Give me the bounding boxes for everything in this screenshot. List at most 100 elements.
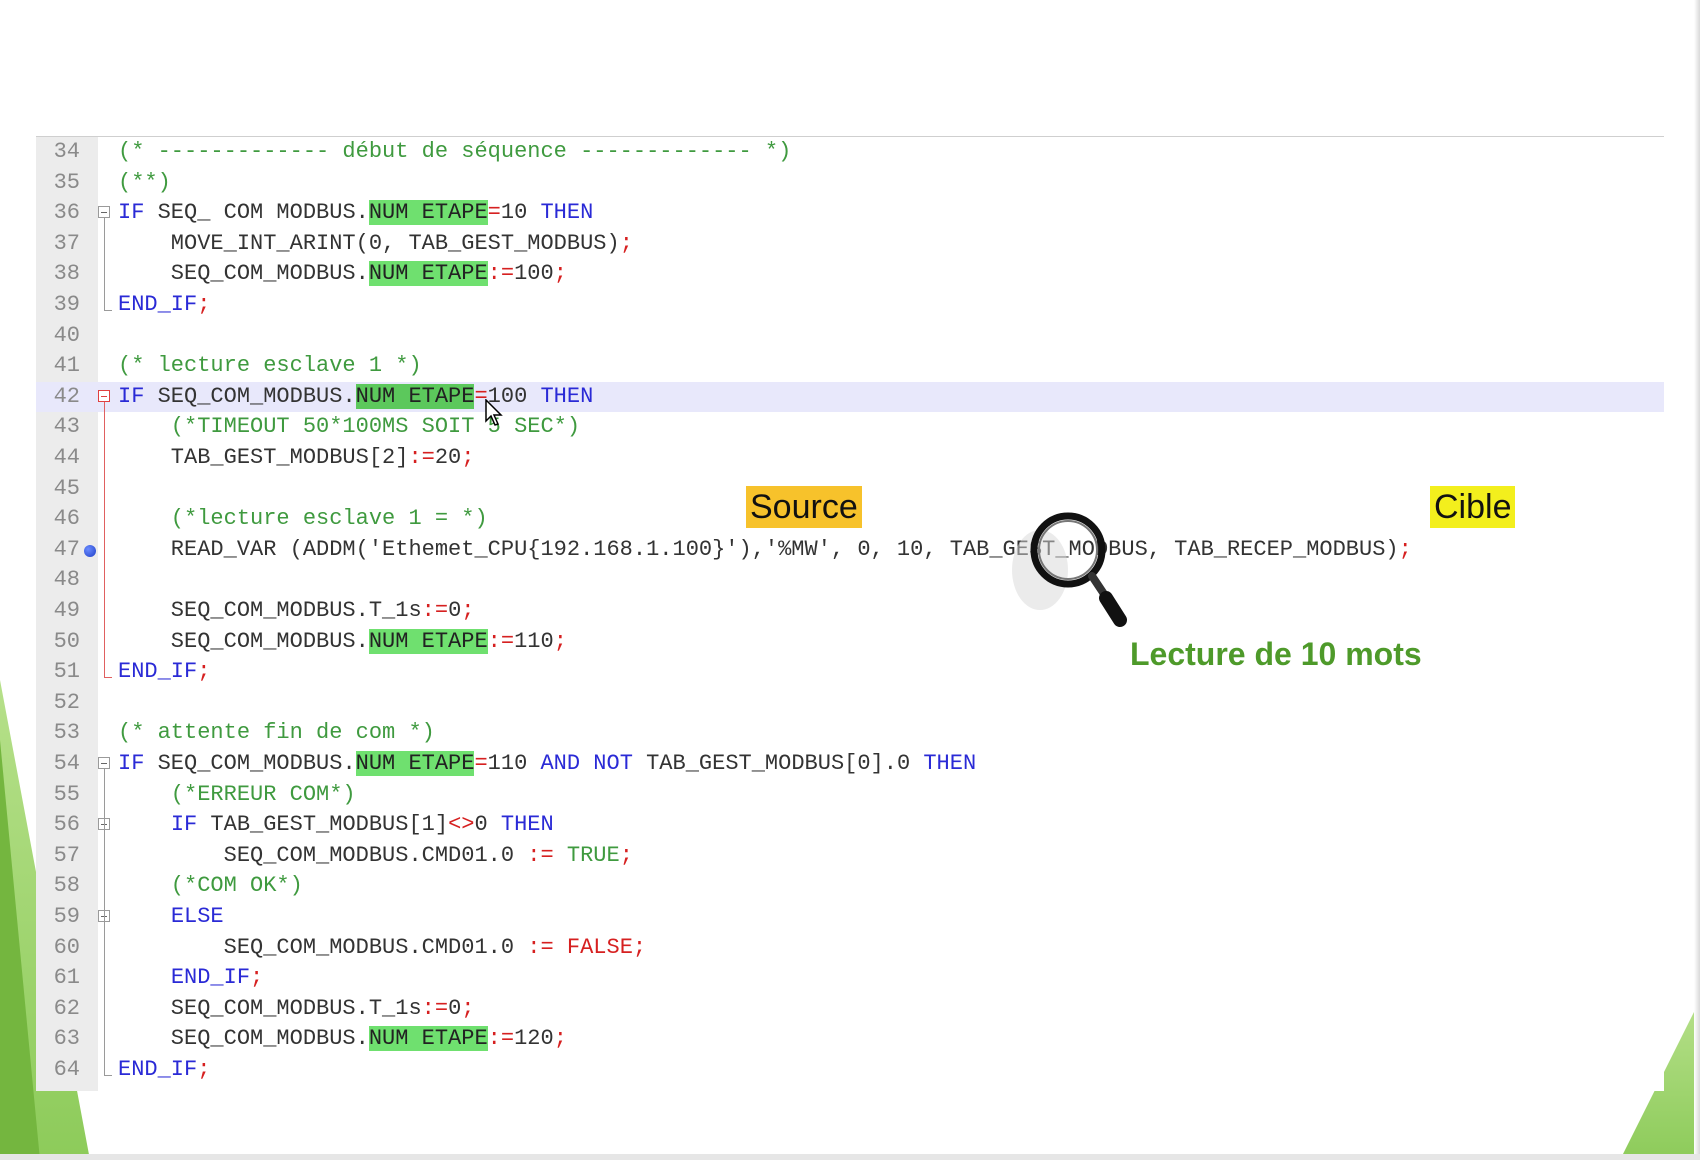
code-token: (**) (118, 169, 171, 195)
code-token: SEQ_COM_MODBUS.CMD01.0 (118, 934, 528, 960)
code-token: ; (250, 965, 264, 991)
mouse-cursor-icon (485, 399, 503, 426)
code-token: = (474, 751, 488, 776)
code-token: 0 (474, 812, 501, 838)
code-editor[interactable]: 34 (* ------------- début de séquence ---… (36, 136, 1664, 1091)
code-token: NUM ETAPE (368, 261, 488, 287)
code-line[interactable]: 63 SEQ_COM_MODBUS.NUM ETAPE:=120; (36, 1024, 1664, 1055)
magnifier-icon (1012, 512, 1127, 627)
fold-toggle-icon[interactable] (98, 389, 110, 402)
code-line[interactable]: 34 (* ------------- début de séquence ---… (36, 137, 1664, 168)
code-token: NUM ETAPE (368, 1026, 488, 1052)
code-token: ; (553, 1026, 567, 1052)
code-token: END_IF (118, 292, 198, 317)
code-line[interactable]: 64 END_IF; (36, 1055, 1664, 1086)
code-token: ; (553, 261, 567, 287)
code-token: ; (197, 1057, 211, 1082)
code-line[interactable]: 58 (*COM OK*) (36, 871, 1664, 902)
code-line[interactable]: 43 (*TIMEOUT 50*100MS SOIT 5 SEC*) (36, 412, 1664, 443)
code-line[interactable]: 42 IF SEQ_COM_MODBUS.NUM ETAPE=100 THEN (36, 381, 1664, 413)
code-token: := (487, 1026, 515, 1052)
code-line[interactable]: 55 (*ERREUR COM*) (36, 780, 1664, 811)
code-line[interactable]: 44 TAB_GEST_MODBUS[2]:=20; (36, 443, 1664, 474)
code-token: THEN (500, 812, 554, 838)
code-line[interactable]: 39 END_IF; (36, 290, 1664, 321)
code-line[interactable]: 47 READ_VAR (ADDM('Ethemet_CPU{192.168.1… (36, 535, 1664, 566)
code-token: (*ERREUR COM*) (118, 781, 356, 807)
line-number: 34 (53, 139, 80, 164)
code-token: AND NOT (540, 751, 633, 776)
code-token: (* attente fin de com *) (118, 720, 435, 746)
line-number: 53 (53, 720, 80, 746)
code-line[interactable]: 40 (36, 321, 1664, 352)
code-line[interactable]: 36 IF SEQ_ COM MODBUS.NUM ETAPE=10 THEN (36, 198, 1664, 229)
code-token: ; (461, 598, 475, 623)
code-text: IF TAB_GEST_MODBUS[1]<>0 THEN (118, 810, 554, 841)
code-token: := (527, 934, 554, 960)
code-token: SEQ_COM_MODBUS. (118, 261, 369, 287)
code-line[interactable]: 57 SEQ_COM_MODBUS.CMD01.0 := TRUE; (36, 841, 1664, 872)
code-token: NUM ETAPE (355, 751, 475, 776)
code-line[interactable]: 37 MOVE_INT_ARINT(0, TAB_GEST_MODBUS); (36, 229, 1664, 260)
code-token: END_IF (118, 1057, 198, 1082)
code-token: ; (197, 659, 211, 685)
code-token: READ_VAR (ADDM('Ethemet_CPU{192.168.1.10… (118, 536, 1399, 562)
code-line[interactable]: 53 (* attente fin de com *) (36, 718, 1664, 749)
code-line[interactable]: 48 (36, 565, 1664, 596)
line-number: 43 (53, 414, 80, 440)
code-token: (*TIMEOUT 50*100MS SOIT 5 SEC*) (118, 414, 581, 440)
code-line[interactable]: 56 IF TAB_GEST_MODBUS[1]<>0 THEN (36, 810, 1664, 841)
code-token: SEQ_COM_MODBUS.T_1s (118, 995, 422, 1021)
code-line[interactable]: 61 END_IF; (36, 963, 1664, 994)
line-number: 40 (53, 322, 80, 348)
line-number: 45 (53, 475, 80, 501)
code-token: THEN (923, 751, 977, 776)
line-number: 50 (53, 628, 80, 654)
code-line[interactable]: 52 (36, 688, 1664, 719)
code-token: 20 (434, 445, 462, 470)
code-line[interactable]: 41 (* lecture esclave 1 *) (36, 351, 1664, 382)
code-line[interactable]: 62 SEQ_COM_MODBUS.T_1s:=0; (36, 994, 1664, 1025)
line-number: 42 (53, 383, 80, 409)
code-token: END_IF (118, 659, 198, 685)
code-token: IF (118, 383, 145, 409)
code-token: ; (553, 628, 567, 654)
fold-toggle-icon[interactable] (98, 757, 110, 769)
code-token: SEQ_ COM MODBUS. (144, 200, 369, 226)
code-token: SEQ_COM_MODBUS.CMD01.0 (118, 842, 528, 868)
code-text: END_IF; (118, 290, 210, 321)
code-text: END_IF; (118, 657, 210, 688)
code-token: FALSE; (566, 934, 647, 960)
line-number: 55 (53, 781, 80, 807)
code-token: (* ------------- début de séquence -----… (118, 139, 792, 164)
line-number: 41 (53, 353, 80, 379)
code-token: TAB_GEST_MODBUS[2] (118, 445, 409, 470)
fold-toggle-icon[interactable] (98, 206, 110, 219)
code-token: 120 (514, 1026, 554, 1052)
code-text: END_IF; (118, 963, 263, 994)
code-token: := (421, 598, 449, 623)
slide-edge-shadow (1694, 0, 1700, 1160)
code-token: END_IF (170, 965, 251, 991)
code-token: NUM ETAPE (355, 383, 475, 409)
code-token: IF (170, 812, 198, 838)
code-line[interactable]: 49 SEQ_COM_MODBUS.T_1s:=0; (36, 596, 1664, 627)
code-text: SEQ_COM_MODBUS.CMD01.0 := TRUE; (118, 841, 633, 872)
code-token: = (487, 200, 501, 226)
code-text: IF SEQ_ COM MODBUS.NUM ETAPE=10 THEN (118, 198, 593, 229)
code-line[interactable]: 60 SEQ_COM_MODBUS.CMD01.0 := FALSE; (36, 933, 1664, 964)
lecture-caption: Lecture de 10 mots (1130, 636, 1422, 672)
breakpoint-icon[interactable] (84, 544, 96, 557)
code-token: NUM ETAPE (368, 628, 488, 654)
code-token: (*lecture esclave 1 = *) (118, 506, 488, 532)
line-number: 52 (53, 689, 80, 715)
code-line[interactable]: 54 IF SEQ_COM_MODBUS.NUM ETAPE=110 AND NO… (36, 749, 1664, 780)
code-text: (* ------------- début de séquence -----… (118, 137, 791, 168)
code-line[interactable]: 59 ELSE (36, 902, 1664, 933)
fold-region-line (104, 401, 105, 678)
code-line[interactable]: 35 (**) (36, 168, 1664, 199)
code-line[interactable]: 38 SEQ_COM_MODBUS.NUM ETAPE:=100; (36, 259, 1664, 290)
code-token: THEN (540, 200, 594, 226)
